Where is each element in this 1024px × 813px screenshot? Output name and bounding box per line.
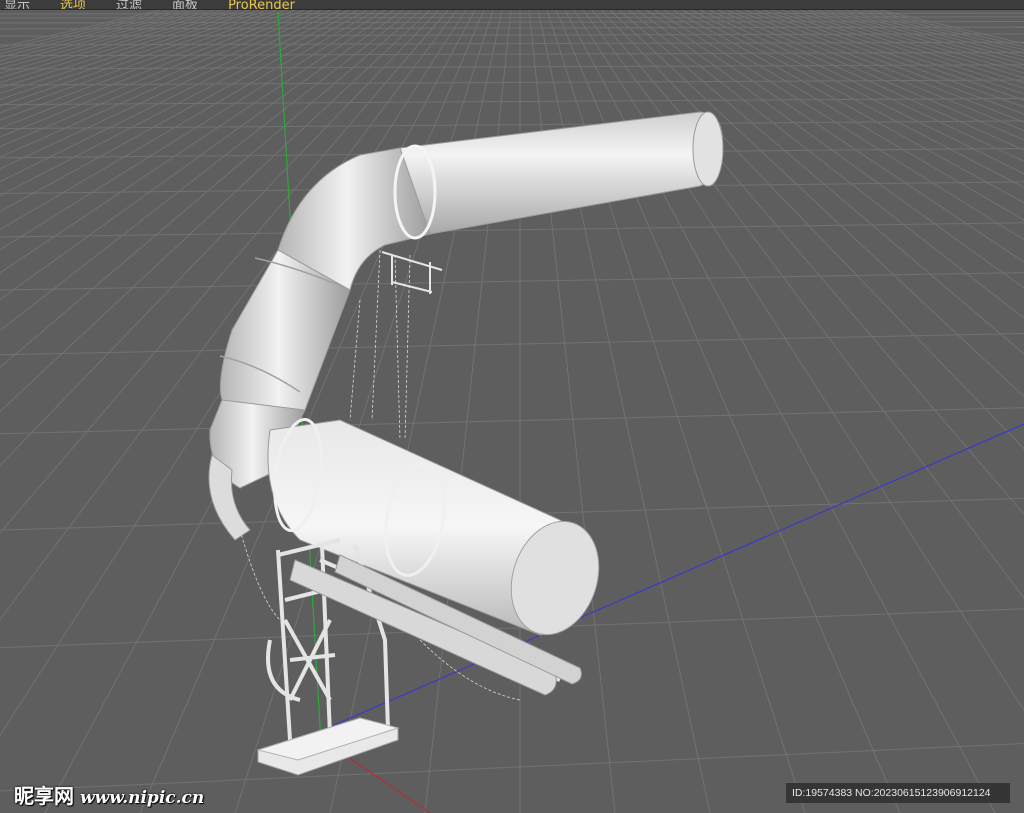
grid-line xyxy=(0,9,161,48)
grid-line xyxy=(0,222,1024,238)
grid-line xyxy=(771,9,1024,95)
grid-line xyxy=(807,9,1024,74)
grid-line xyxy=(329,9,503,813)
watermark-id-bar: ID:19574383 NO:20230615123906912124 xyxy=(786,783,1010,803)
grid-line xyxy=(681,9,1024,188)
grid-line xyxy=(0,9,206,66)
3d-viewport[interactable]: 显示 选项 过滤 面板 ProRender 昵享网 www.nipic.cn I… xyxy=(0,0,1024,813)
menu-options[interactable]: 选项 xyxy=(60,0,86,9)
grid-line xyxy=(0,9,431,413)
menu-prorender[interactable]: ProRender xyxy=(228,0,295,9)
floor-grid xyxy=(0,9,1024,813)
upper-pipe xyxy=(399,111,724,235)
viewport-menubar: 显示 选项 过滤 面板 ProRender xyxy=(0,0,1024,10)
grid-line xyxy=(0,9,413,332)
grid-line xyxy=(0,16,1024,19)
upper-pipe-end xyxy=(692,111,724,187)
grid-line xyxy=(0,9,170,51)
grid-line xyxy=(0,9,188,58)
grid-line xyxy=(0,9,233,79)
menu-filter[interactable]: 过滤 xyxy=(116,0,142,9)
grid-line xyxy=(0,79,1024,86)
grid-line xyxy=(0,9,224,74)
grid-line xyxy=(798,9,1024,79)
grid-line xyxy=(0,9,197,62)
grid-line xyxy=(0,120,1024,130)
grid-line xyxy=(0,332,1024,356)
grid-line xyxy=(0,407,1024,435)
grid-line xyxy=(0,9,215,70)
watermark-site-url: www.nipic.cn xyxy=(80,788,205,808)
pipe-rack-model xyxy=(208,111,724,776)
grid-line xyxy=(0,97,1024,106)
watermark-logo: 昵享网 www.nipic.cn xyxy=(14,780,204,809)
viewport-scene xyxy=(0,9,1024,813)
grid-line xyxy=(0,272,1024,291)
menu-panel[interactable]: 面板 xyxy=(172,0,198,9)
hanger-bracket xyxy=(381,251,443,294)
grid-line xyxy=(0,9,422,369)
x-axis-line xyxy=(344,754,431,813)
watermark-site-name: 昵享网 xyxy=(14,784,74,808)
menu-display[interactable]: 显示 xyxy=(4,0,30,9)
grid-line xyxy=(0,9,377,231)
grid-line xyxy=(424,9,512,813)
grid-line xyxy=(0,9,242,84)
grid-line xyxy=(789,9,1024,84)
grid-line xyxy=(0,9,179,55)
